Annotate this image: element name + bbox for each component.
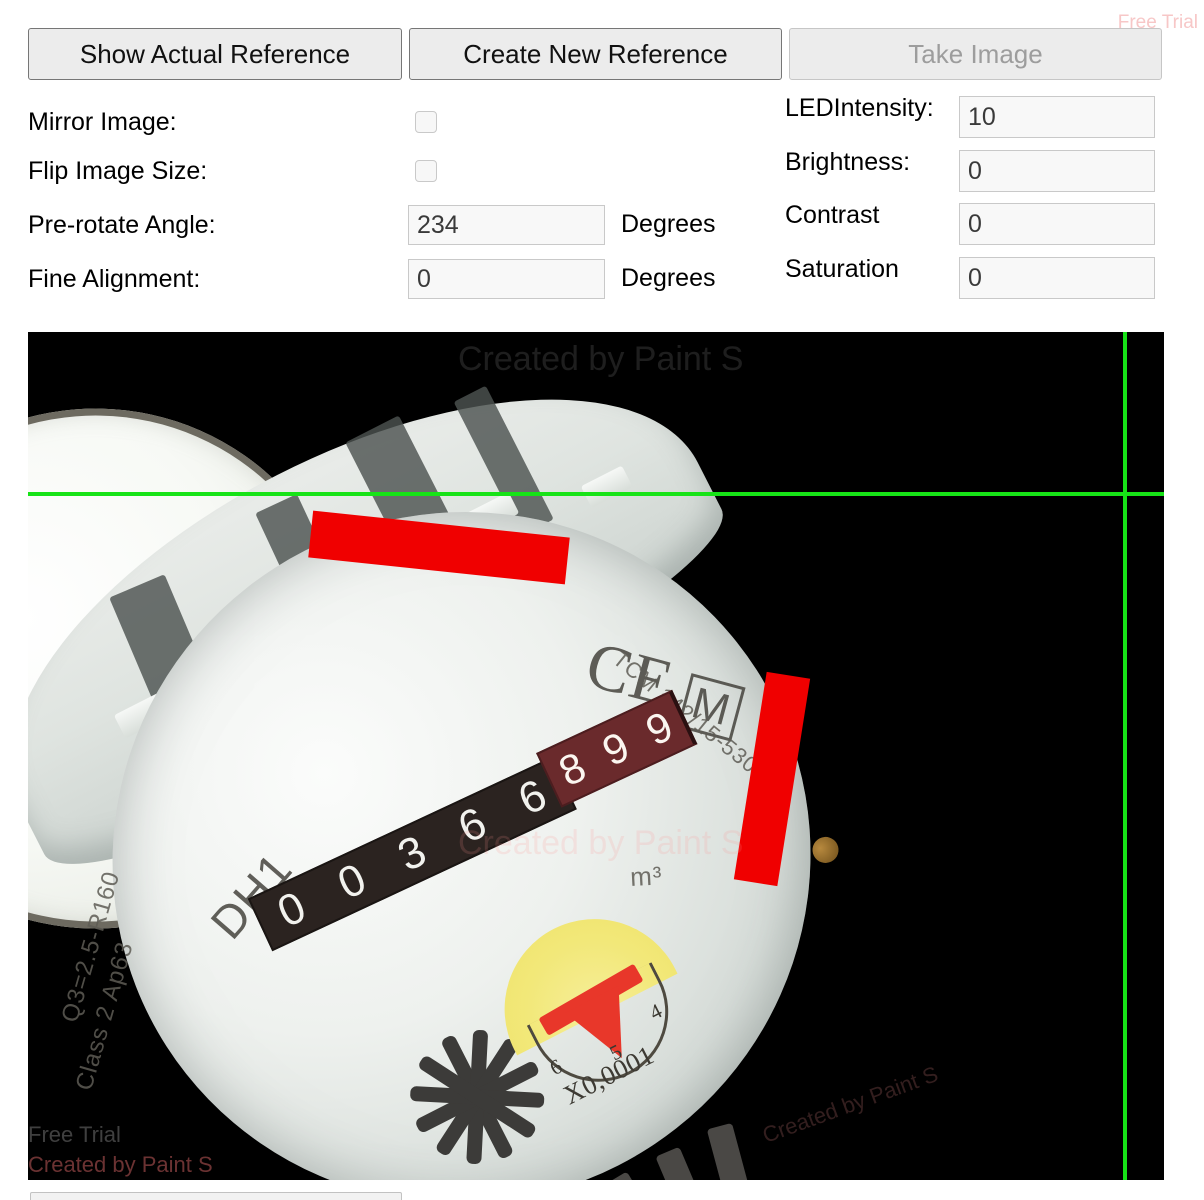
mirror-image-label: Mirror Image: [28,108,177,136]
bottom-partial-input[interactable] [30,1192,402,1200]
fine-alignment-unit-label: Degrees [621,264,716,292]
crosshair-horizontal-line [28,492,1164,496]
brightness-label: Brightness: [785,148,911,176]
led-intensity-label: LEDIntensity: [785,94,934,122]
pre-rotate-unit-label: Degrees [621,210,716,238]
flip-image-size-label: Flip Image Size: [28,157,208,185]
contrast-input[interactable] [959,203,1155,245]
take-image-button[interactable]: Take Image [789,28,1162,80]
brightness-input[interactable] [959,150,1155,192]
camera-image-viewport[interactable]: DH1 Q3=2.5-R160 Class 2 Ap63 CE M TCM 14… [28,332,1164,1180]
fine-alignment-input[interactable] [408,259,605,299]
flip-image-size-checkbox[interactable] [415,160,437,182]
water-meter-photo: DH1 Q3=2.5-R160 Class 2 Ap63 CE M TCM 14… [28,332,1164,1180]
pre-rotate-angle-label: Pre-rotate Angle: [28,211,216,239]
meter-screw [808,832,843,868]
show-actual-reference-button[interactable]: Show Actual Reference [28,28,402,80]
led-intensity-input[interactable] [959,96,1155,138]
saturation-input[interactable] [959,257,1155,299]
app-root: Show Actual Reference Create New Referen… [0,0,1204,1200]
crosshair-vertical-line [1123,332,1127,1180]
pre-rotate-angle-input[interactable] [408,205,605,245]
fine-alignment-label: Fine Alignment: [28,265,201,293]
create-new-reference-button[interactable]: Create New Reference [409,28,782,80]
contrast-label: Contrast [785,201,880,229]
mirror-image-checkbox[interactable] [415,111,437,133]
saturation-label: Saturation [785,255,899,283]
